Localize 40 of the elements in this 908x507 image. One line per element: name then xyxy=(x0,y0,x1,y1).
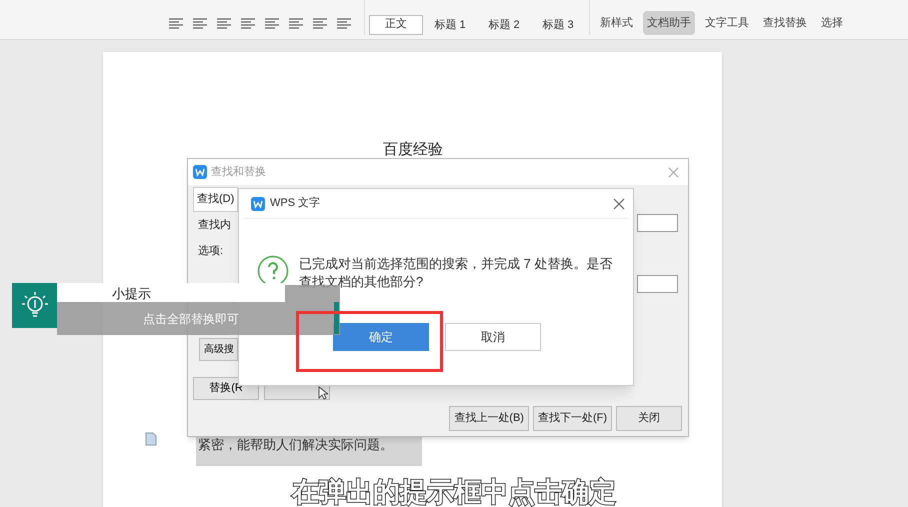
dialog-button[interactable]: 查找下一处(F) xyxy=(532,406,612,431)
advanced-search-button[interactable]: 高级搜 xyxy=(199,338,238,361)
field-label: 查找内 xyxy=(198,218,231,233)
app-icon xyxy=(193,165,207,179)
align-icon[interactable] xyxy=(168,17,184,31)
align-icon[interactable] xyxy=(336,17,352,31)
style-item[interactable]: 正文 xyxy=(369,14,423,35)
app-icon xyxy=(251,196,265,210)
style-item[interactable]: 标题 2 xyxy=(477,16,531,35)
toolbar-button[interactable]: 文字工具 xyxy=(701,11,753,35)
align-icon[interactable] xyxy=(240,17,256,31)
tab[interactable]: 查找(D) xyxy=(193,187,238,212)
align-icon[interactable] xyxy=(216,17,232,31)
align-icon[interactable] xyxy=(312,17,328,31)
close-icon[interactable] xyxy=(613,198,625,210)
dialog-title: WPS 文字 xyxy=(270,196,320,212)
dropdown-field[interactable] xyxy=(637,214,678,232)
align-icon[interactable] xyxy=(192,17,208,31)
toolbar-button[interactable]: 查找替换 xyxy=(759,11,811,35)
caption: 在弹出的提示框中点击确定 xyxy=(289,476,618,507)
align-icon[interactable] xyxy=(288,17,304,31)
dropdown-field[interactable] xyxy=(637,275,678,293)
dialog-button[interactable]: 确定 xyxy=(333,323,429,351)
toolbar-button[interactable]: 选择 xyxy=(817,11,847,35)
style-item[interactable]: 标题 1 xyxy=(423,16,477,35)
document-title: 百度经验 xyxy=(383,140,443,160)
tip-text: 点击全部替换即可 xyxy=(143,311,239,328)
tip-title: 小提示 xyxy=(112,285,151,303)
toolbar-button[interactable]: 新样式 xyxy=(596,11,637,35)
dialog-button[interactable]: 查找上一处(B) xyxy=(449,406,529,431)
document-icon xyxy=(145,432,157,446)
message-text: 已完成对当前选择范围的搜索，并完成 7 处替换。是否查找文档的其他部分? xyxy=(299,255,614,291)
dialog-button[interactable]: 关闭 xyxy=(616,406,682,431)
accent-bar xyxy=(334,302,339,334)
dialog-title: 查找和替换 xyxy=(211,164,266,180)
align-icon[interactable] xyxy=(264,17,280,31)
style-item[interactable]: 标题 3 xyxy=(531,16,585,35)
field-label: 选项: xyxy=(198,244,224,258)
toolbar-button[interactable]: 文档助手 xyxy=(643,11,695,35)
dialog-button[interactable]: 取消 xyxy=(445,323,541,351)
